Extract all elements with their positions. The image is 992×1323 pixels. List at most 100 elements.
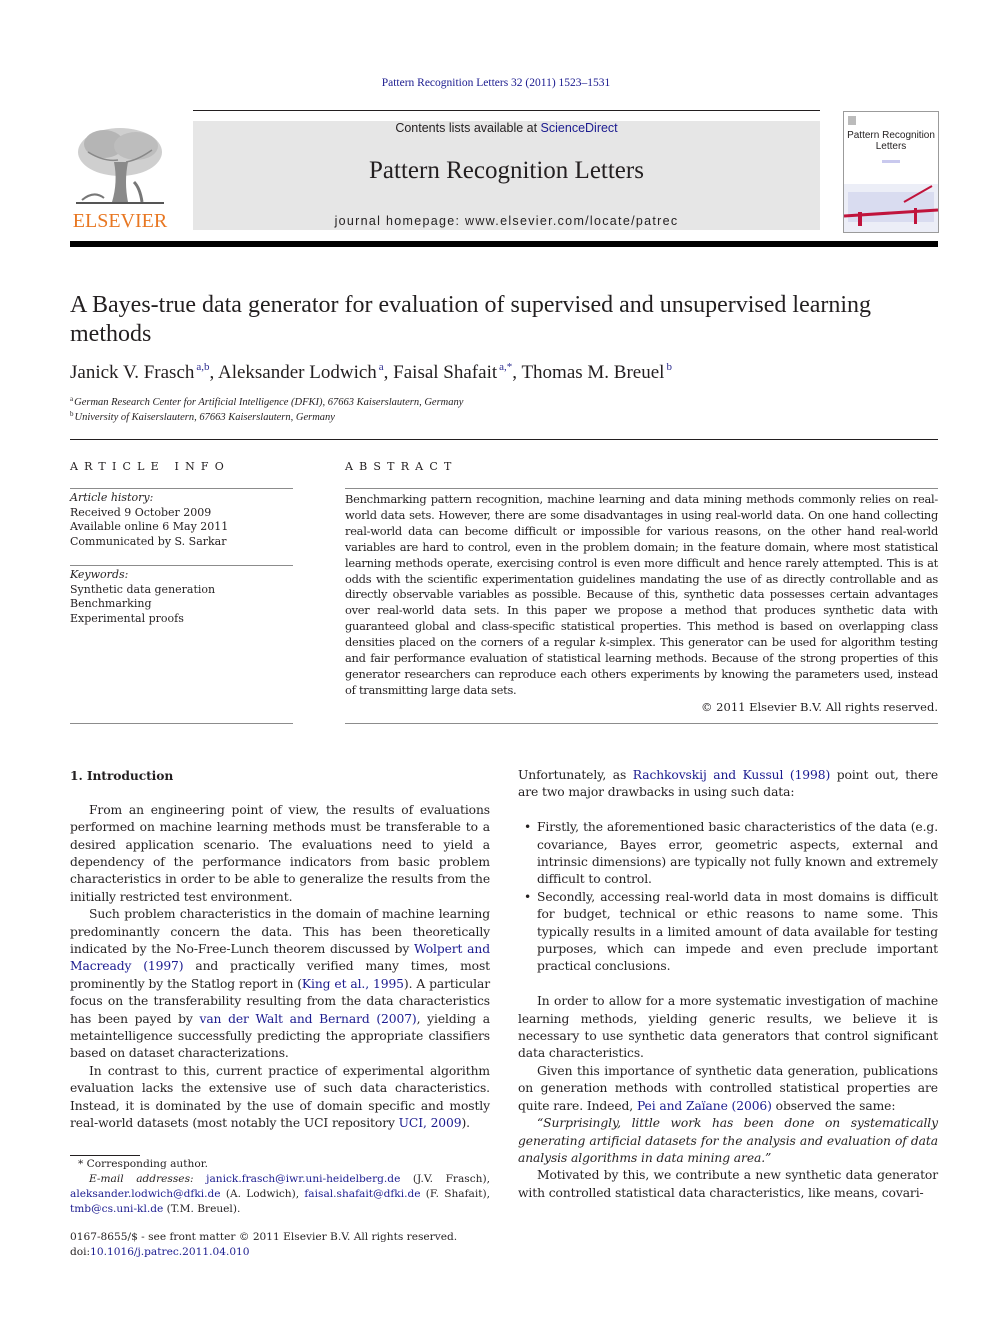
author-list: Janick V. Frasch a,b, Aleksander Lodwich a… [70, 361, 672, 383]
article-history: Article history: Received 9 October 2009… [70, 491, 295, 549]
article-info-rule [70, 488, 293, 489]
contents-available-line: Contents lists available at ScienceDirec… [193, 121, 820, 135]
email-link[interactable]: tmb@cs.uni-kl.de [70, 1203, 163, 1215]
paragraph: Unfortunately, as Rachkovskij and Kussul… [518, 767, 938, 802]
footnotes: * Corresponding author. E-mail addresses… [70, 1157, 490, 1217]
list-item: • Secondly, accessing real-world data in … [524, 889, 938, 976]
front-matter: 0167-8655/$ - see front matter © 2011 El… [70, 1230, 490, 1260]
abstract-bottom-rule [345, 723, 938, 724]
article-title: A Bayes-true data generator for evaluati… [70, 292, 872, 347]
history-item: Available online 6 May 2011 [70, 520, 229, 534]
journal-banner: Contents lists available at ScienceDirec… [193, 121, 820, 230]
quotation: “Surprisingly, little work has been done… [518, 1116, 938, 1165]
doi-line: doi:10.1016/j.patrec.2011.04.010 [70, 1245, 490, 1260]
keywords-rule [70, 565, 293, 566]
elsevier-tree-icon [76, 128, 164, 204]
reference-link[interactable]: Rachkovskij and Kussul (1998) [633, 768, 831, 782]
paragraph: Such problem characteristics in the doma… [70, 906, 490, 1063]
email-owner: (J.V. Frasch), [400, 1173, 491, 1185]
paragraph: In contrast to this, current practice of… [70, 1063, 490, 1133]
abstract-text: Benchmarking pattern recognition, machin… [345, 492, 938, 699]
reference-link[interactable]: King et al., 1995 [302, 977, 404, 991]
bullet-icon: • [524, 820, 532, 835]
author-affiliation-mark[interactable]: b [666, 361, 672, 373]
affiliation-b: bUniversity of Kaiserslautern, 67663 Kai… [70, 410, 335, 423]
header-top-rule [193, 110, 820, 111]
history-item: Received 9 October 2009 [70, 505, 212, 519]
affiliation-text: German Research Center for Artificial In… [74, 397, 464, 408]
body-column-right: Unfortunately, as Rachkovskij and Kussul… [518, 767, 938, 1202]
abstract-text-part: Benchmarking pattern recognition, machin… [345, 492, 938, 650]
journal-title: Pattern Recognition Letters [369, 157, 644, 184]
journal-cover-thumbnail: Pattern Recognition Letters [843, 111, 939, 233]
list-item-text: Firstly, the aforementioned basic charac… [537, 820, 938, 887]
email-owner: (F. Shafait), [420, 1188, 490, 1200]
author-name: Faisal Shafait [393, 362, 498, 383]
keywords-label: Keywords: [70, 568, 129, 581]
section-title: 1. Introduction [70, 768, 174, 783]
affiliation-a: aGerman Research Center for Artificial I… [70, 395, 463, 408]
author-affiliation-mark[interactable]: a [379, 361, 384, 373]
text-run: Unfortunately, as [518, 768, 633, 782]
abstract-k-italic: k [599, 635, 606, 650]
author-name: Aleksander Lodwich [217, 362, 377, 383]
list-item: • Firstly, the aforementioned basic chara… [524, 819, 938, 889]
contents-prefix: Contents lists available at [395, 121, 541, 135]
homepage-url[interactable]: www.elsevier.com/locate/patrec [465, 214, 678, 228]
sciencedirect-link[interactable]: ScienceDirect [541, 121, 618, 135]
paragraph: Given this importance of synthetic data … [518, 1063, 938, 1115]
journal-citation[interactable]: Pattern Recognition Letters 32 (2011) 15… [0, 77, 992, 89]
email-owner: (A. Lodwich), [220, 1188, 305, 1200]
homepage-label: journal homepage: [334, 214, 466, 228]
list-item-text: Secondly, accessing real-world data in m… [537, 889, 938, 974]
corresponding-author-note: * Corresponding author. [78, 1158, 208, 1170]
doi-link[interactable]: 10.1016/j.patrec.2011.04.010 [90, 1246, 249, 1258]
affiliation-mark: a [70, 395, 74, 403]
doi-prefix: doi: [70, 1246, 91, 1258]
email-link[interactable]: aleksander.lodwich@dfki.de [70, 1188, 221, 1200]
author-affiliation-mark[interactable]: a,b [196, 361, 209, 373]
paragraph: From an engineering point of view, the r… [70, 802, 490, 904]
email-link[interactable]: faisal.shafait@dfki.de [304, 1188, 420, 1200]
header-thick-rule [70, 241, 938, 247]
abstract-copyright: © 2011 Elsevier B.V. All rights reserved… [701, 700, 938, 714]
abstract-heading: ABSTRACT [345, 460, 458, 473]
author-name: Janick V. Frasch [70, 362, 195, 383]
history-item: Communicated by S. Sarkar [70, 534, 227, 548]
body-column-left: 1. Introduction From an engineering poin… [70, 767, 490, 1133]
text-run: observed the same: [771, 1098, 896, 1113]
reference-link[interactable]: Pei and Zaïane (2006) [637, 1099, 772, 1113]
article-info-bottom-rule [70, 723, 293, 724]
citation-link[interactable]: Pattern Recognition Letters 32 (2011) 15… [382, 77, 611, 89]
text-run: ). [461, 1116, 470, 1131]
email-addresses: E-mail addresses: janick.frasch@iwr.uni-… [70, 1172, 490, 1217]
title-block-rule [70, 439, 938, 440]
email-label: E-mail addresses: [89, 1173, 207, 1185]
bullet-icon: • [524, 889, 532, 904]
cover-artwork-icon [844, 160, 938, 232]
elsevier-logo: ELSEVIER [70, 122, 170, 232]
paragraph: In order to allow for a more systematic … [518, 994, 938, 1061]
keywords: Keywords: Synthetic data generation Benc… [70, 568, 295, 626]
keyword-item: Benchmarking [70, 597, 152, 611]
abstract-rule [345, 488, 938, 489]
email-link[interactable]: janick.frasch@iwr.uni-heidelberg.de [206, 1173, 400, 1185]
history-label: Article history: [70, 491, 154, 504]
author-name: Thomas M. Breuel [521, 362, 665, 383]
article-info-heading: ARTICLE INFO [70, 460, 230, 473]
issn-line: 0167-8655/$ - see front matter © 2011 El… [70, 1231, 458, 1243]
author-affiliation-mark[interactable]: a,* [499, 361, 512, 373]
keyword-item: Synthetic data generation [70, 582, 216, 596]
reference-link[interactable]: van der Walt and Bernard (2007) [199, 1012, 416, 1026]
journal-homepage: journal homepage: www.elsevier.com/locat… [193, 214, 820, 228]
reference-link[interactable]: UCI, 2009 [399, 1116, 462, 1130]
footnote-rule [70, 1155, 140, 1156]
drawbacks-list: • Firstly, the aforementioned basic chara… [518, 819, 938, 976]
affiliation-mark: b [70, 410, 74, 418]
keyword-item: Experimental proofs [70, 611, 184, 625]
paragraph: Motivated by this, we contribute a new s… [518, 1168, 938, 1200]
email-owner: (T.M. Breuel). [163, 1203, 241, 1215]
affiliation-text: University of Kaiserslautern, 67663 Kais… [74, 412, 335, 423]
